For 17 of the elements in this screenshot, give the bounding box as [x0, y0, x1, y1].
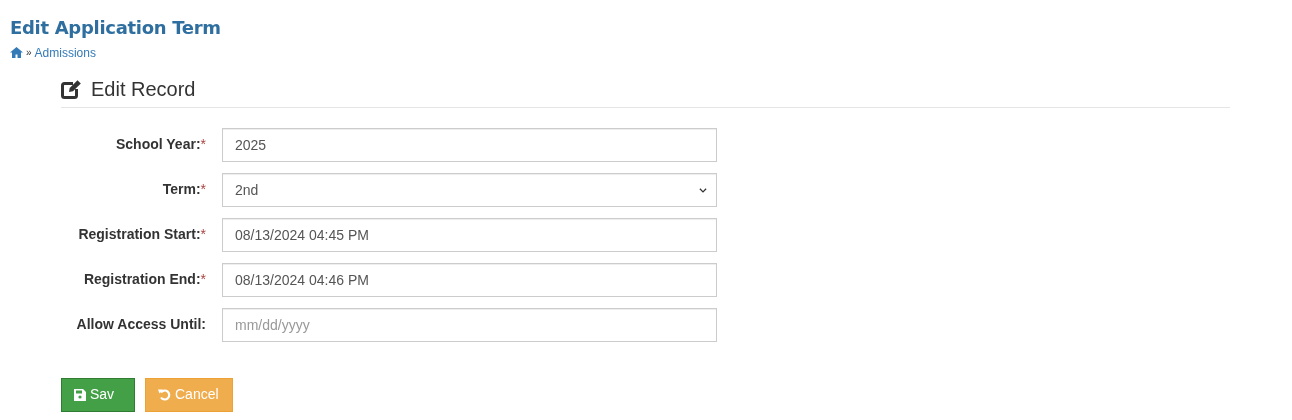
home-icon[interactable]	[10, 47, 23, 59]
input-field[interactable]: 08/13/2024 04:46 PM	[222, 262, 717, 297]
input-field[interactable]: mm/dd/yyyy	[222, 307, 717, 342]
edit-icon	[61, 78, 83, 99]
field-label: School Year:*	[115, 135, 206, 155]
undo-icon	[158, 388, 171, 402]
input-field[interactable]: 08/13/2024 04:45 PM	[222, 217, 717, 252]
page-title: Edit Application Term	[10, 17, 222, 39]
breadcrumb-separator: »	[26, 46, 32, 61]
term-dropdown[interactable]: 2nd	[222, 172, 717, 207]
breadcrumb-link[interactable]: Admissions	[34, 43, 96, 62]
field-label: Term:*	[161, 180, 206, 200]
field-label: Registration End:*	[82, 270, 206, 290]
field-label: Allow Access Until:	[75, 315, 206, 335]
input-field[interactable]: 2025	[222, 127, 717, 162]
field-label: Registration Start:*	[77, 225, 206, 245]
panel-title: Edit Record	[91, 76, 196, 102]
